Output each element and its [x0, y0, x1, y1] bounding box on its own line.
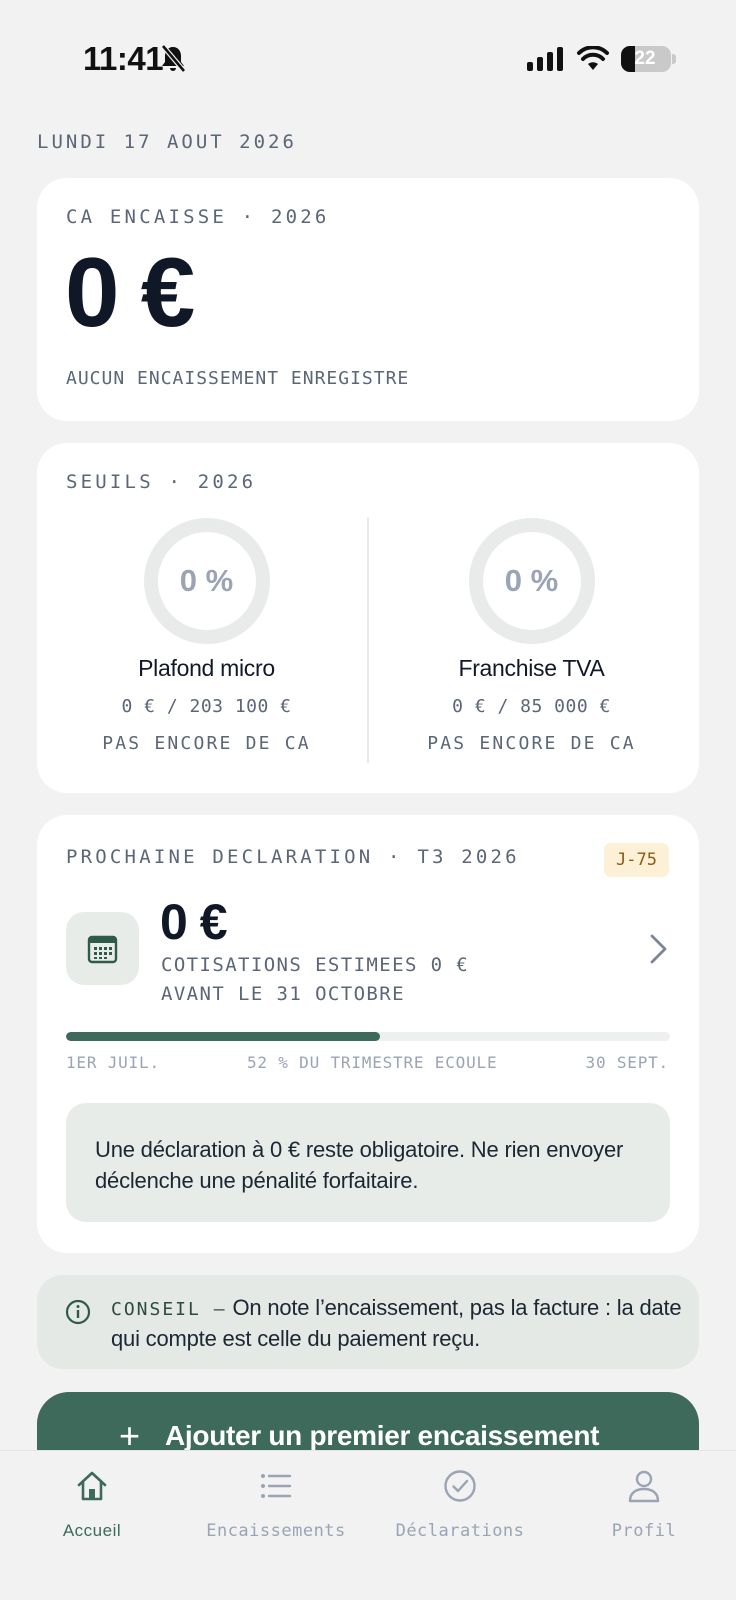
gauge-amount: 0 € / 85 000 € [452, 696, 611, 717]
quarter-progress-fill [66, 1032, 381, 1041]
gauge-name: Franchise TVA [458, 655, 605, 681]
declaration-notice: Une déclaration à 0 € reste obligatoire.… [66, 1103, 670, 1222]
tip-label: CONSEIL — [111, 1299, 227, 1320]
wifi-icon [577, 46, 609, 70]
deadline: AVANT LE 31 OCTOBRE [161, 983, 405, 1005]
calendar-icon [87, 935, 118, 964]
status-time: 11:41 [83, 40, 164, 77]
estimated-contributions: COTISATIONS ESTIMEES 0 € [161, 954, 470, 976]
declaration-card[interactable]: PROCHAINE DECLARATION · T3 2026 J-75 0 €… [37, 815, 699, 1253]
tip-text: CONSEIL — On note l’encaissement, pas la… [111, 1293, 691, 1353]
revenue-subtitle: AUCUN ENCAISSEMENT ENREGISTRE [66, 368, 410, 389]
cta-label: Ajouter un premier encaissement [165, 1420, 600, 1451]
divider [367, 518, 369, 763]
thresholds-card: SEUILS · 2026 0 % Plafond micro 0 € / 20… [37, 443, 699, 793]
tab-label: Encaissements [206, 1521, 346, 1541]
battery-level: 22 [634, 48, 656, 69]
gauge-amount: 0 € / 203 100 € [121, 696, 292, 717]
tab-accueil[interactable]: Accueil [0, 1469, 184, 1541]
calendar-tile [66, 912, 139, 985]
revenue-card: CA ENCAISSE · 2026 0 € AUCUN ENCAISSEMEN… [37, 178, 699, 421]
list-icon [261, 1474, 292, 1498]
declaration-eyebrow: PROCHAINE DECLARATION · T3 2026 [66, 846, 520, 868]
tab-profil[interactable]: Profil [552, 1469, 736, 1541]
signal-icon [527, 47, 563, 71]
info-icon [65, 1299, 91, 1325]
tab-encaissements[interactable]: Encaissements [184, 1469, 368, 1541]
tab-declarations[interactable]: Déclarations [368, 1469, 552, 1541]
check-circle-icon [444, 1470, 476, 1502]
revenue-eyebrow: CA ENCAISSE · 2026 [66, 206, 330, 228]
gauge-percent: 0 % [504, 563, 559, 598]
bell-muted-icon [161, 44, 186, 73]
status-bar: 11:41 22 [0, 0, 736, 120]
gauge-micro-ceiling: 0 % Plafond micro 0 € / 203 100 € PAS EN… [59, 518, 354, 754]
tab-label: Déclarations [395, 1521, 525, 1541]
tab-label: Accueil [62, 1521, 122, 1540]
person-icon [628, 1470, 660, 1503]
progress-start: 1ER JUIL. [66, 1053, 160, 1072]
home-icon [77, 1471, 107, 1501]
tab-label: Profil [611, 1521, 677, 1541]
gauge-ring: 0 % [143, 518, 270, 644]
gauge-percent: 0 % [179, 563, 234, 598]
current-date: LUNDI 17 AOUT 2026 [37, 131, 297, 153]
gauge-name: Plafond micro [138, 655, 275, 681]
tab-bar: Accueil Encaissements Déclarations Profi… [0, 1450, 736, 1600]
thresholds-eyebrow: SEUILS · 2026 [66, 471, 257, 493]
declaration-amount: 0 € [160, 894, 228, 950]
gauge-vat-threshold: 0 % Franchise TVA 0 € / 85 000 € PAS ENC… [384, 518, 679, 754]
gauge-status: PAS ENCORE DE CA [102, 733, 311, 754]
progress-end: 30 SEPT. [585, 1053, 669, 1072]
chevron-right-icon[interactable] [649, 933, 669, 965]
revenue-amount: 0 € [65, 237, 195, 347]
quarter-progress-bar [66, 1032, 670, 1041]
days-left-badge: J-75 [604, 843, 669, 877]
tip-banner: CONSEIL — On note l’encaissement, pas la… [37, 1275, 699, 1369]
gauge-status: PAS ENCORE DE CA [427, 733, 636, 754]
progress-label: 52 % DU TRIMESTRE ECOULE [247, 1053, 498, 1072]
battery-icon: 22 [621, 46, 676, 72]
gauge-ring: 0 % [468, 518, 595, 644]
